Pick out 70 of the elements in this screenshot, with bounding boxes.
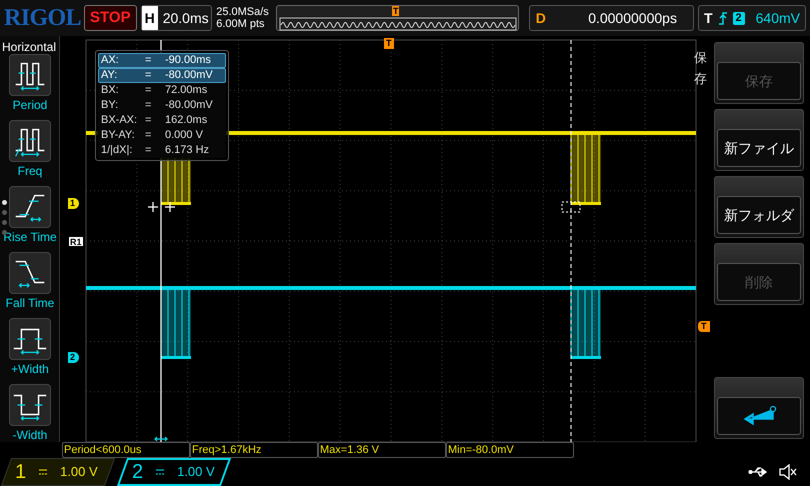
measurement-readout: Period<600.0us — [62, 442, 190, 458]
channel-marker[interactable]: 1 — [68, 198, 80, 209]
readout-equals: = — [145, 68, 152, 84]
channel-button[interactable]: 1 1.00 V — [0, 458, 116, 486]
channel-number: 1 — [15, 460, 26, 485]
delay-box[interactable]: D 0.00000000ps — [528, 5, 694, 31]
menu-button[interactable]: 新ファイル — [714, 109, 804, 171]
measurement-readout: Max=1.36 V — [318, 442, 446, 458]
menu-button[interactable]: 新フォルダ — [714, 176, 804, 238]
readout-value: 0.000 V — [165, 128, 203, 144]
channel-scale: 1.00 V — [60, 463, 98, 482]
readout-equals: = — [145, 83, 152, 98]
channel-scale: 1.00 V — [177, 463, 215, 482]
trigger-label: T — [704, 8, 713, 28]
trigger-source: 2 — [732, 12, 745, 24]
measure-button[interactable]: -Width — [0, 384, 60, 448]
channel-marker[interactable]: 2 — [68, 352, 80, 363]
run-state-indicator[interactable]: STOP — [84, 5, 137, 31]
readout-label: BX: — [101, 83, 120, 98]
readout-value: -80.00mV — [165, 98, 213, 114]
readout-label: AX: — [101, 53, 120, 68]
cursor-crosshair-icon — [147, 201, 176, 213]
trigger-position-marker: T — [392, 6, 400, 16]
readout-equals: = — [145, 53, 152, 68]
readout-label: BY-AY: — [101, 128, 136, 144]
trigger-box[interactable]: T 2 640mV — [698, 5, 806, 31]
dc-coupling-icon — [38, 469, 48, 475]
measurement-readout: Freq>1.67kHz — [190, 442, 318, 458]
readout-label: AY: — [101, 68, 118, 84]
measure-button[interactable]: Period — [0, 54, 60, 118]
logo: RIGOL — [4, 6, 80, 30]
mute-icon[interactable] — [778, 464, 798, 480]
measure-button[interactable]: +Width — [0, 318, 60, 382]
readout-value: 6.173 Hz — [165, 143, 210, 158]
channel-number: 2 — [132, 460, 144, 485]
measure-button[interactable]: Rise Time — [0, 186, 60, 250]
timebase-value: 20.0ms — [162, 8, 209, 28]
readout-value: -80.00mV — [165, 68, 213, 84]
readout-equals: = — [145, 98, 152, 114]
menu-title: 保存 — [694, 49, 707, 88]
memory-depth: 6.00M pts — [216, 18, 266, 30]
measure-button[interactable]: Freq — [0, 120, 60, 184]
timebase-label: H — [142, 6, 158, 30]
readout-value: -90.00ms — [165, 53, 211, 68]
delay-label: D — [536, 8, 546, 28]
enter-button[interactable] — [714, 377, 804, 439]
cursor-line[interactable] — [570, 40, 572, 442]
readout-label: BY: — [101, 98, 120, 114]
dc-coupling-icon — [155, 469, 166, 475]
readout-value: 162.0ms — [165, 113, 208, 128]
memory-waveform-icon — [278, 17, 517, 31]
trigger-position-marker[interactable]: T — [384, 38, 394, 49]
readout-label: BX-AX: — [101, 113, 138, 128]
measurement-readout: Min=-80.0mV — [446, 442, 574, 458]
cursor-position-icon — [154, 436, 168, 442]
readout-equals: = — [145, 143, 152, 158]
channel-button[interactable]: 2 1.00 V — [116, 458, 232, 486]
menu-title: Horizontal — [2, 39, 56, 56]
readout-value: 72.00ms — [165, 83, 208, 98]
readout-equals: = — [145, 128, 152, 144]
timebase-box[interactable]: H 20.0ms — [140, 5, 212, 31]
delay-value: 0.00000000ps — [588, 8, 677, 28]
measure-button[interactable]: Fall Time — [0, 252, 60, 316]
cursor-crosshair-icon — [562, 202, 580, 212]
readout-equals: = — [145, 113, 152, 128]
readout-label: 1/|dX|: — [101, 143, 134, 158]
reference-marker[interactable]: R1 — [68, 236, 84, 247]
trigger-level-marker[interactable]: T — [698, 321, 710, 332]
trigger-level: 640mV — [756, 8, 800, 28]
sample-rate: 25.0MSa/s — [216, 6, 270, 18]
